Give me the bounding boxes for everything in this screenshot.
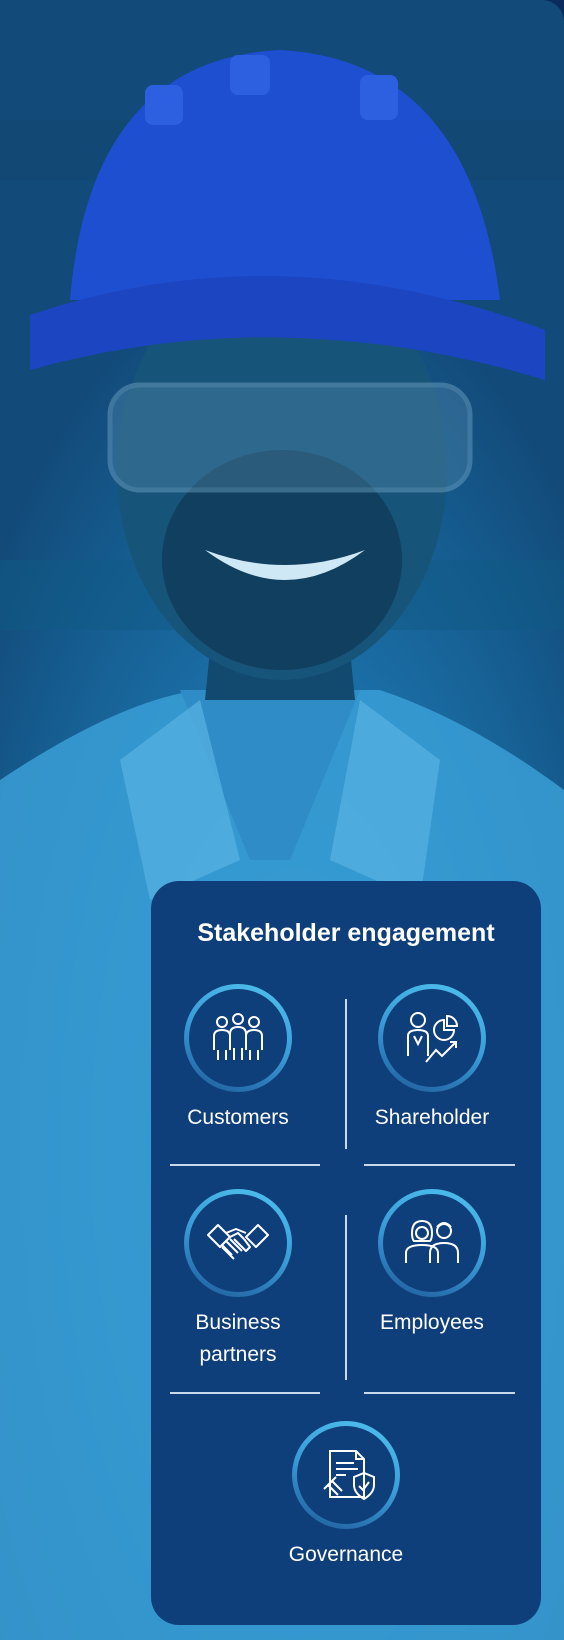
shareholder-icon	[378, 984, 486, 1092]
item-governance[interactable]: Governance	[261, 1421, 431, 1571]
divider	[170, 1164, 320, 1166]
divider	[364, 1164, 515, 1166]
divider	[170, 1392, 320, 1394]
item-label: Business partners	[195, 1311, 281, 1366]
employees-icon	[378, 1189, 486, 1297]
item-business-partners[interactable]: Business partners	[153, 1189, 323, 1371]
governance-icon	[292, 1421, 400, 1529]
item-customers[interactable]: Customers	[153, 984, 323, 1134]
divider	[345, 1215, 347, 1380]
item-label: Shareholder	[374, 1106, 490, 1129]
handshake-icon	[184, 1189, 292, 1297]
panel-title: Stakeholder engagement	[197, 919, 495, 947]
divider	[364, 1392, 515, 1394]
item-shareholder[interactable]: Shareholder	[347, 984, 517, 1134]
divider	[345, 999, 347, 1149]
stakeholder-panel: Stakeholder engagement Customers Shareho…	[151, 881, 541, 1625]
item-employees[interactable]: Employees	[347, 1189, 517, 1339]
customers-icon	[184, 984, 292, 1092]
item-label: Customers	[187, 1106, 289, 1129]
item-label: Employees	[380, 1311, 484, 1334]
item-label: Governance	[288, 1543, 404, 1566]
